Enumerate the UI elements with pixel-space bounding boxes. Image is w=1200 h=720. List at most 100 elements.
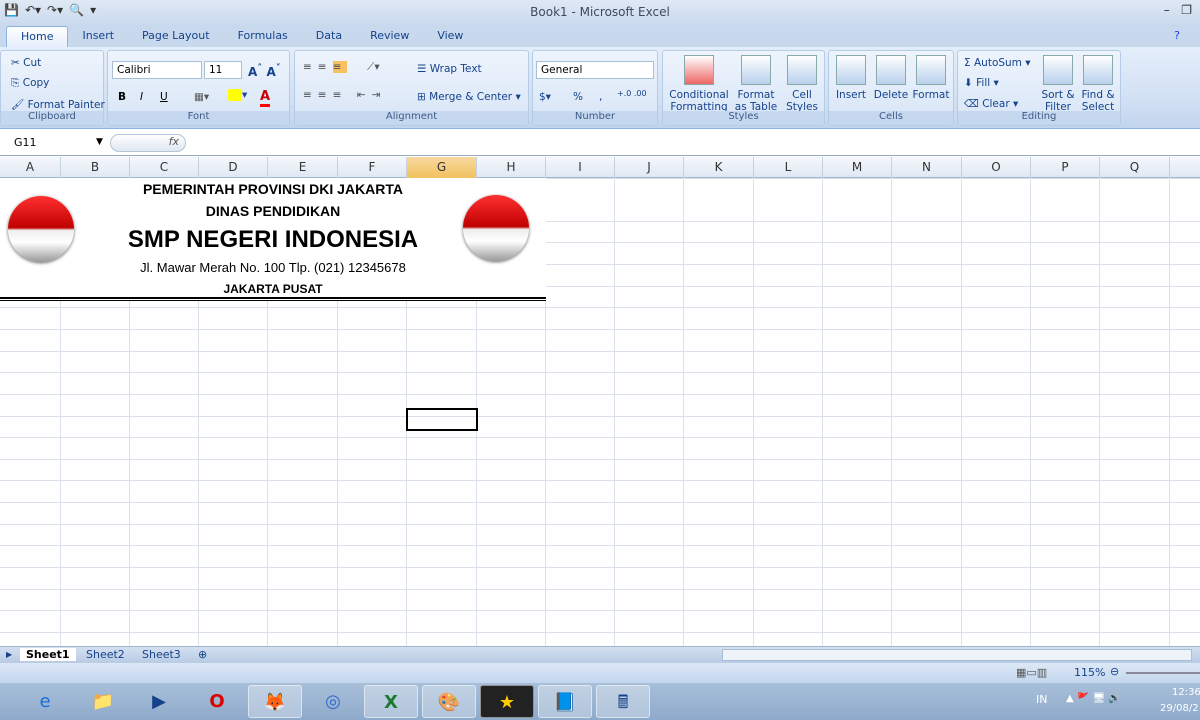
- decimal-buttons[interactable]: +.0 .00: [617, 89, 647, 98]
- clock-date: 29/08/2: [1160, 703, 1199, 714]
- gridline: [0, 524, 1200, 525]
- paint-icon[interactable]: 🎨: [422, 685, 476, 718]
- column-header-p[interactable]: P: [1031, 157, 1100, 178]
- column-header-f[interactable]: F: [338, 157, 407, 178]
- column-header-b[interactable]: B: [61, 157, 130, 178]
- movie-maker-icon[interactable]: ★: [480, 685, 534, 718]
- column-header-m[interactable]: M: [823, 157, 892, 178]
- calculator-icon[interactable]: 🖩: [596, 685, 650, 718]
- underline-button[interactable]: U: [160, 91, 168, 103]
- horizontal-scrollbar[interactable]: [722, 649, 1192, 661]
- firefox-icon[interactable]: 🦊: [248, 685, 302, 718]
- column-header-l[interactable]: L: [754, 157, 823, 178]
- ribbon-tabs: Home Insert Page Layout Formulas Data Re…: [0, 26, 1200, 48]
- column-header-o[interactable]: O: [962, 157, 1031, 178]
- formula-input[interactable]: [190, 134, 1200, 152]
- font-color-icon[interactable]: A: [260, 89, 271, 107]
- help-icon[interactable]: ?: [1174, 29, 1180, 42]
- worksheet-grid[interactable]: PEMERINTAH PROVINSI DKI JAKARTA DINAS PE…: [0, 178, 1200, 646]
- conditional-formatting-button[interactable]: Conditional Formatting: [667, 55, 731, 113]
- sheet-tab-2[interactable]: Sheet2: [82, 648, 129, 661]
- comma-button[interactable]: ,: [599, 91, 602, 103]
- number-format-select[interactable]: General: [536, 61, 654, 79]
- tab-home[interactable]: Home: [6, 26, 69, 48]
- italic-button[interactable]: I: [140, 91, 143, 103]
- gridline: [0, 567, 1200, 568]
- zoom-out-icon[interactable]: ⊖: [1110, 665, 1119, 678]
- column-header-g[interactable]: G: [407, 157, 477, 178]
- column-header-i[interactable]: I: [546, 157, 615, 178]
- delete-cells-button[interactable]: Delete: [871, 55, 911, 101]
- insert-function-button[interactable]: fx: [110, 134, 186, 152]
- clock-time[interactable]: 12:36: [1172, 687, 1200, 698]
- column-header-j[interactable]: J: [615, 157, 684, 178]
- file-explorer-icon[interactable]: 📁: [76, 685, 130, 718]
- column-header-a[interactable]: A: [0, 157, 61, 178]
- chrome-icon[interactable]: ◎: [306, 685, 360, 718]
- tab-data[interactable]: Data: [302, 26, 356, 48]
- tray-icons[interactable]: ▲ 🚩 🖥 🔊: [1066, 693, 1121, 704]
- format-cells-button[interactable]: Format: [911, 55, 951, 101]
- column-header-k[interactable]: K: [684, 157, 754, 178]
- borders-icon[interactable]: ▦▾: [194, 91, 209, 103]
- find-select-button[interactable]: Find & Select: [1078, 55, 1118, 113]
- letterhead-rule: [0, 297, 546, 301]
- zoom-level[interactable]: 115%: [1074, 666, 1105, 679]
- fill-color-icon[interactable]: ▾: [228, 89, 247, 101]
- clipboard-group: ✂ Cut ⎘ Copy 🖌 Format Painter Clipboard: [0, 50, 105, 126]
- column-header-d[interactable]: D: [199, 157, 268, 178]
- percent-button[interactable]: %: [573, 91, 583, 103]
- notepad-icon[interactable]: 📘: [538, 685, 592, 718]
- merge-center-button[interactable]: ⊞ Merge & Center ▾: [417, 91, 521, 103]
- column-header-h[interactable]: H: [477, 157, 546, 178]
- cut-button[interactable]: ✂ Cut: [11, 57, 41, 69]
- vertical-align-icons[interactable]: ≡≡≡: [303, 61, 348, 73]
- wrap-text-button[interactable]: ☰ Wrap Text: [417, 63, 482, 75]
- cell-styles-button[interactable]: Cell Styles: [781, 55, 823, 113]
- clear-button[interactable]: ⌫ Clear ▾: [964, 98, 1018, 110]
- format-as-table-button[interactable]: Format as Table: [731, 55, 781, 113]
- bold-button[interactable]: B: [118, 91, 126, 103]
- accounting-icon[interactable]: $▾: [539, 91, 551, 103]
- name-box[interactable]: G11: [2, 134, 106, 152]
- language-indicator[interactable]: IN: [1036, 693, 1047, 706]
- letterhead-school-name: SMP NEGERI INDONESIA: [127, 226, 419, 253]
- opera-icon[interactable]: O: [190, 685, 244, 718]
- insert-sheet-icon[interactable]: ⊕: [198, 648, 207, 661]
- font-name-select[interactable]: Calibri: [112, 61, 202, 79]
- sheet-tab-1[interactable]: Sheet1: [20, 648, 76, 661]
- column-header-n[interactable]: N: [892, 157, 962, 178]
- excel-icon[interactable]: X: [364, 685, 418, 718]
- tab-page-layout[interactable]: Page Layout: [128, 26, 224, 48]
- view-buttons[interactable]: ▦▭▥: [1016, 666, 1047, 679]
- zoom-slider[interactable]: [1126, 672, 1200, 674]
- number-label: Number: [533, 111, 657, 125]
- letterhead-city: JAKARTA PUSAT: [223, 282, 323, 296]
- copy-button[interactable]: ⎘ Copy: [11, 77, 49, 90]
- format-painter-button[interactable]: 🖌 Format Painter: [11, 98, 105, 111]
- tab-formulas[interactable]: Formulas: [224, 26, 302, 48]
- fill-button[interactable]: ⬇ Fill ▾: [964, 77, 999, 89]
- sort-filter-button[interactable]: Sort & Filter: [1038, 55, 1078, 113]
- font-size-select[interactable]: 11: [204, 61, 242, 79]
- letterhead: PEMERINTAH PROVINSI DKI JAKARTA DINAS PE…: [0, 178, 546, 301]
- window-controls[interactable]: – ❐: [1164, 3, 1192, 17]
- insert-cells-button[interactable]: Insert: [831, 55, 871, 101]
- sheet-tab-3[interactable]: Sheet3: [138, 648, 185, 661]
- gridline: [891, 178, 892, 646]
- selected-cell-g11[interactable]: [406, 408, 478, 431]
- media-player-icon[interactable]: ▶: [132, 685, 186, 718]
- horizontal-align-icons[interactable]: ≡≡≡ ⇤⇥: [303, 89, 386, 101]
- orientation-icon[interactable]: ⟋▾: [367, 61, 380, 74]
- tab-insert[interactable]: Insert: [68, 26, 128, 48]
- internet-explorer-icon[interactable]: e: [18, 685, 72, 718]
- grow-font-button[interactable]: A˄ A˅: [248, 63, 281, 79]
- name-box-dropdown-icon[interactable]: ▼: [96, 137, 103, 147]
- column-header-c[interactable]: C: [130, 157, 199, 178]
- sheet-nav-icon[interactable]: ▶: [6, 650, 12, 659]
- tab-view[interactable]: View: [423, 26, 477, 48]
- column-header-e[interactable]: E: [268, 157, 338, 178]
- autosum-button[interactable]: Σ AutoSum ▾: [964, 57, 1031, 69]
- column-header-q[interactable]: Q: [1100, 157, 1170, 178]
- tab-review[interactable]: Review: [356, 26, 423, 48]
